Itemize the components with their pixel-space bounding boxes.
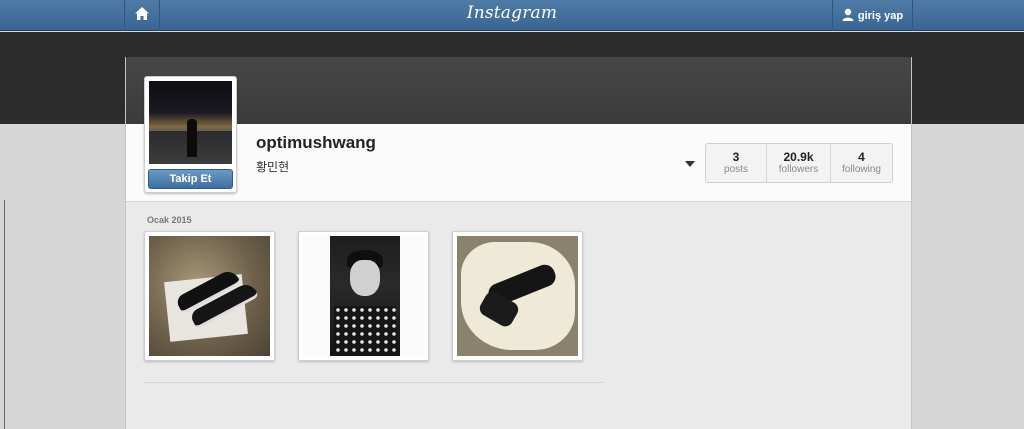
login-label: giriş yap — [857, 9, 904, 22]
stat-value: 3 — [732, 149, 740, 164]
photo-image — [303, 236, 424, 356]
profile-avatar-box: Takip Et — [144, 76, 237, 193]
follow-button[interactable]: Takip Et — [148, 169, 233, 189]
photo-thumbnail[interactable] — [298, 231, 429, 361]
stat-label: following — [842, 163, 881, 175]
left-divider-line — [4, 200, 5, 429]
photo-image — [457, 236, 578, 356]
options-dropdown-icon[interactable] — [685, 161, 695, 167]
top-navigation-bar: Instagram giriş yap — [0, 0, 1024, 31]
stat-label: posts — [724, 163, 748, 175]
feed-divider — [144, 382, 604, 383]
stat-following[interactable]: 4 following — [831, 144, 892, 182]
login-button[interactable]: giriş yap — [832, 0, 913, 31]
photo-thumbnail[interactable] — [144, 231, 275, 361]
profile-username: optimushwang — [256, 133, 376, 152]
feed-month-label: Ocak 2015 — [147, 215, 192, 225]
profile-full-name: 황민현 — [256, 160, 290, 174]
stat-value: 4 — [858, 149, 865, 164]
stat-posts[interactable]: 3 posts — [706, 144, 767, 182]
stat-followers[interactable]: 20.9k followers — [767, 144, 831, 182]
photo-thumbnail[interactable] — [452, 231, 583, 361]
user-icon — [842, 8, 854, 24]
left-gutter — [0, 124, 125, 429]
avatar[interactable] — [149, 81, 232, 164]
stat-value: 20.9k — [783, 149, 814, 164]
stat-label: followers — [778, 163, 819, 175]
profile-stats: 3 posts 20.9k followers 4 following — [705, 143, 893, 183]
right-gutter — [911, 124, 1024, 429]
profile-cover — [126, 57, 911, 124]
photo-image — [149, 236, 270, 356]
